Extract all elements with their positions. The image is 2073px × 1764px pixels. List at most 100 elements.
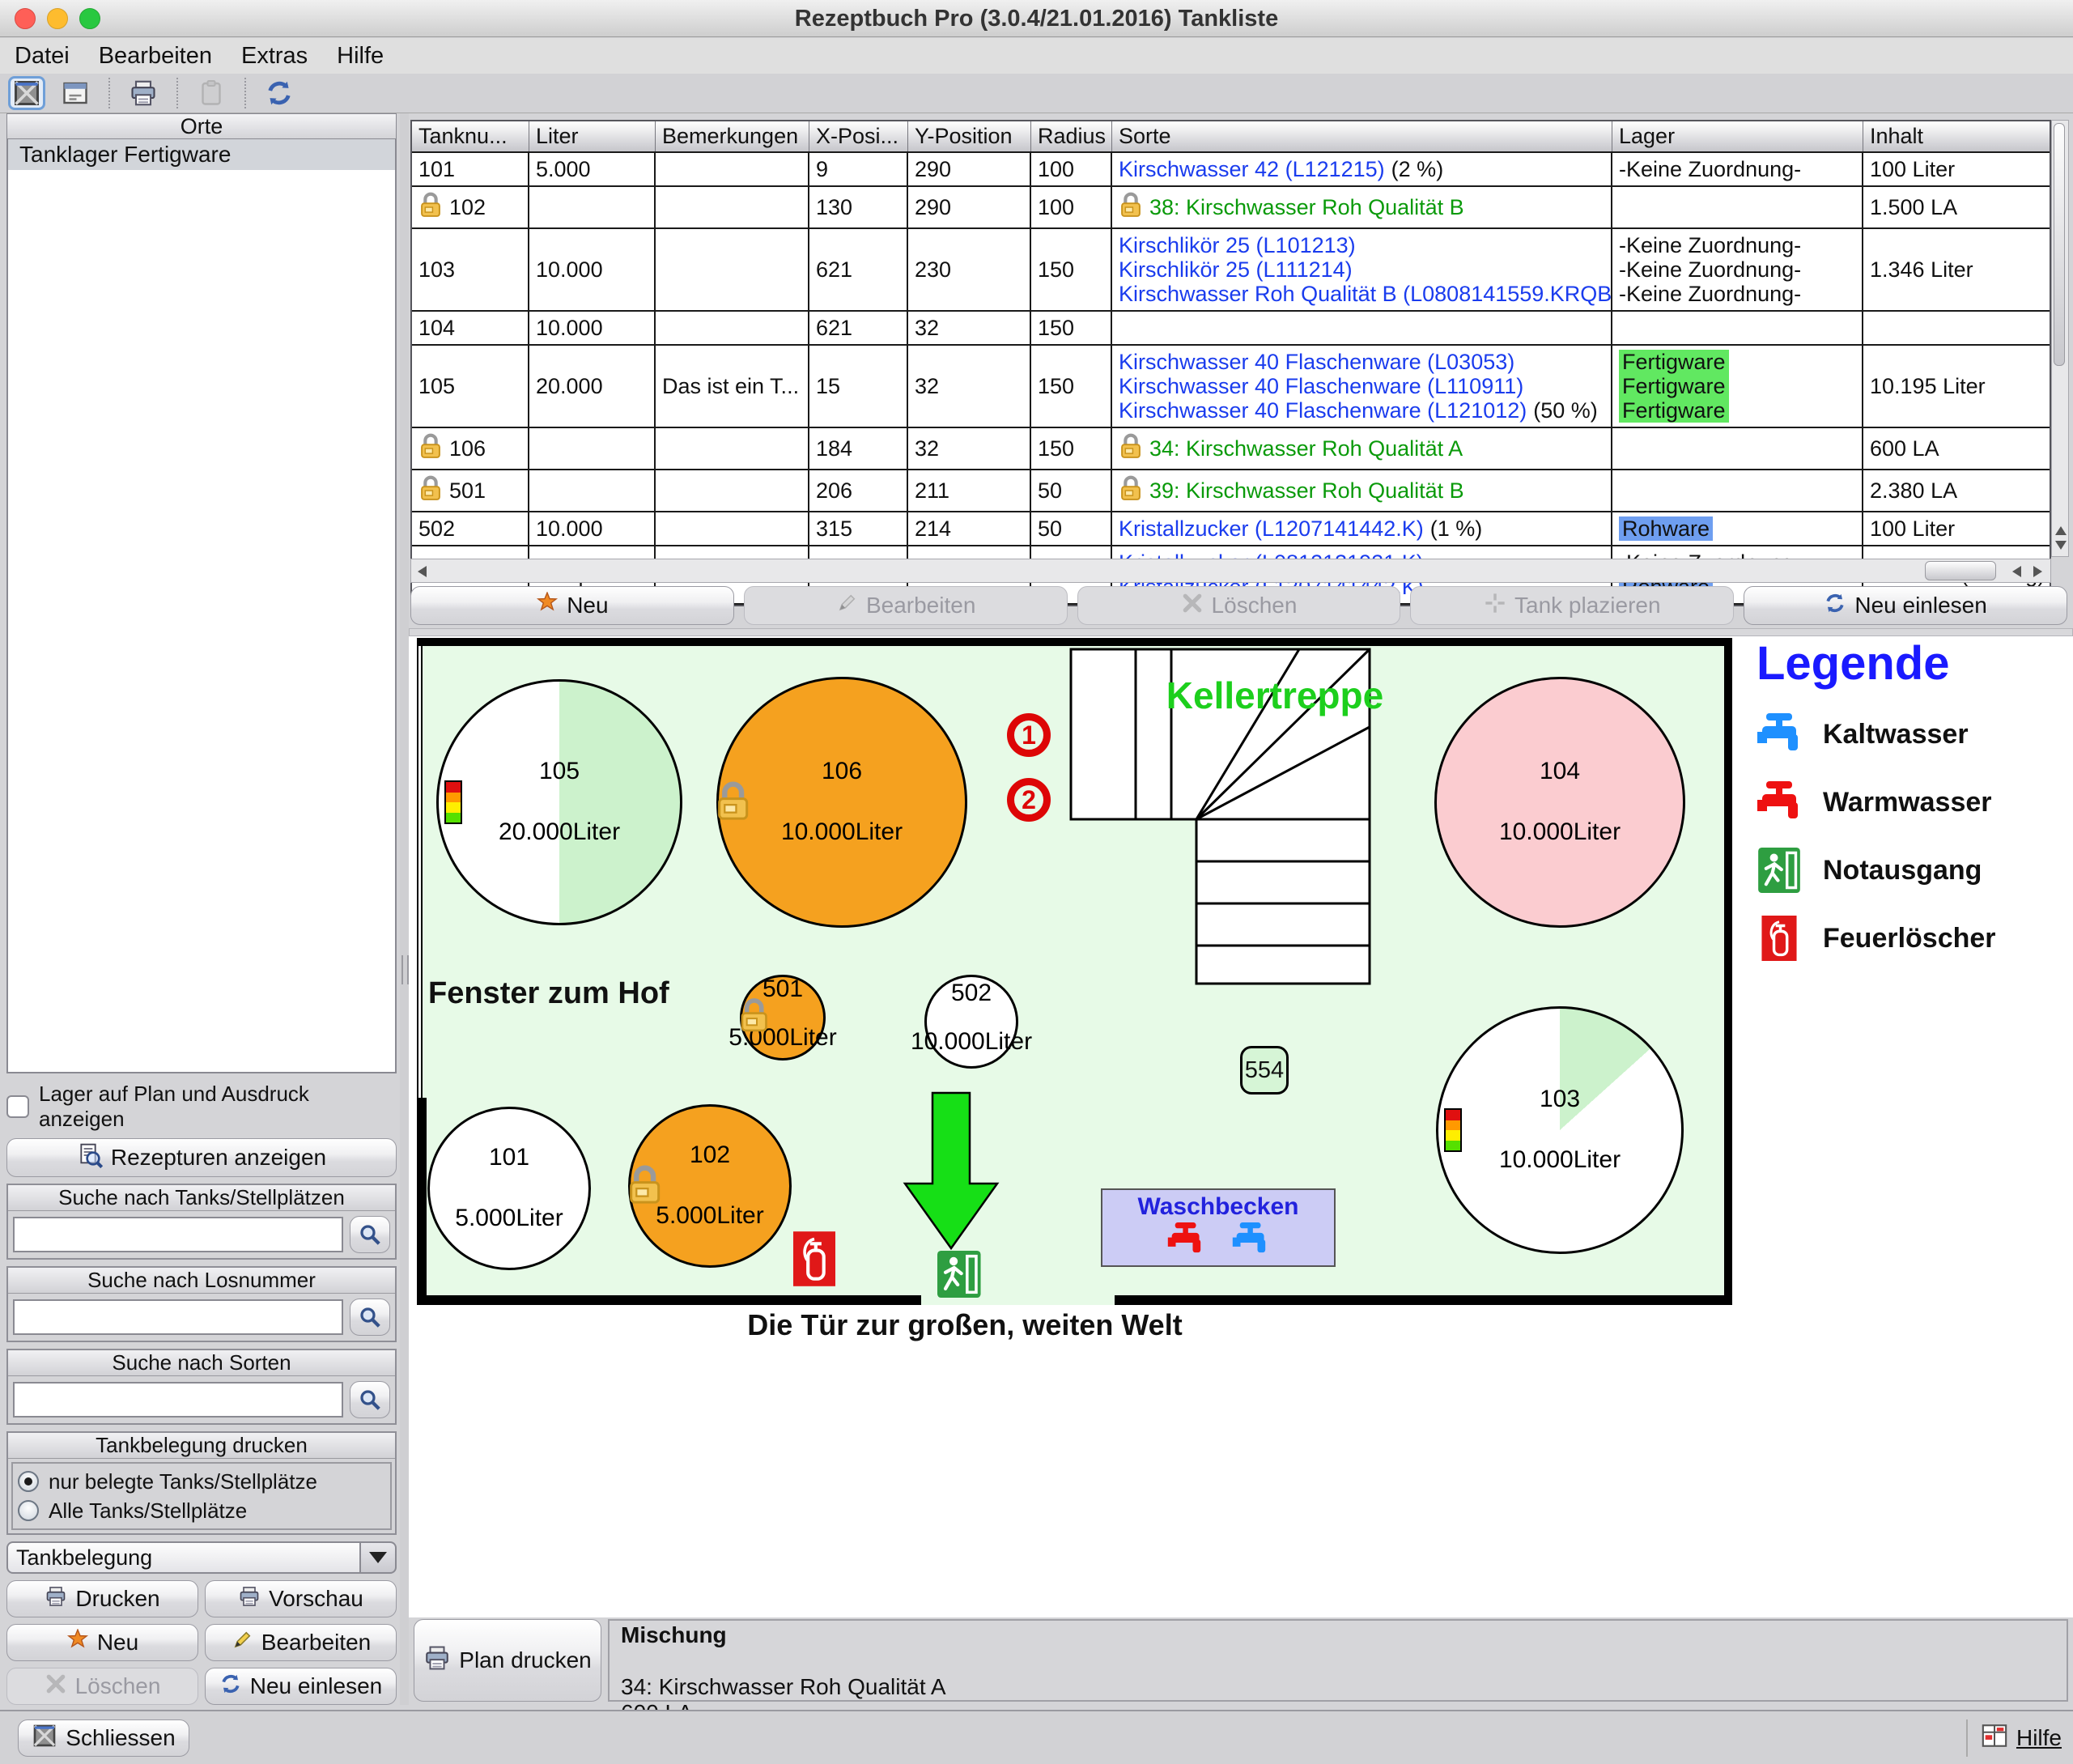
lager-checkbox[interactable] — [6, 1095, 29, 1118]
column-header-2[interactable]: Bemerkungen — [656, 121, 809, 151]
menu-item-hilfe[interactable]: Hilfe — [337, 43, 384, 70]
column-header-4[interactable]: Y-Position — [908, 121, 1031, 151]
table-row[interactable]: 10213029010038: Kirschwasser Roh Qualitä… — [412, 187, 2050, 229]
sorte-link[interactable]: Kirschwasser 40 Flaschenware (L121012) — [1119, 398, 1527, 423]
sorte-link[interactable]: Kirschwasser 42 (L121215) — [1119, 157, 1385, 181]
sorte-link[interactable]: Kirschwasser 40 Flaschenware (L110911) — [1119, 374, 1523, 398]
search-button-1[interactable] — [350, 1299, 390, 1336]
search-input-1[interactable] — [13, 1299, 343, 1335]
plan-drucken-button[interactable]: Plan drucken — [414, 1619, 601, 1702]
tank-number: 502 — [418, 516, 455, 541]
table-action-tank-plazieren: Tank plazieren — [1410, 586, 1734, 625]
table-row[interactable]: 10520.000Das ist ein T...1532150Kirschwa… — [412, 346, 2050, 428]
tank-id-label: 103 — [1479, 1086, 1641, 1113]
sorte-link[interactable]: Kirschlikör 25 (L111214) — [1119, 257, 1353, 282]
search-button-2[interactable] — [350, 1381, 390, 1418]
tank-number: 104 — [418, 316, 455, 340]
menu-item-bearbeiten[interactable]: Bearbeiten — [99, 43, 212, 70]
scroll-down-icon[interactable] — [2055, 541, 2067, 550]
table-row[interactable]: 10410.00062132150 — [412, 312, 2050, 346]
wall-right — [1724, 638, 1732, 1305]
menu-item-extras[interactable]: Extras — [241, 43, 308, 70]
scroll-right-icon[interactable] — [2033, 566, 2042, 577]
table-action-neu[interactable]: Neu — [410, 586, 734, 625]
scroll-thumb[interactable] — [1925, 561, 1996, 580]
lager-text: -Keine Zuordnung- — [1619, 157, 1801, 181]
table-row[interactable]: 10310.000621230150Kirschlikör 25 (L10121… — [412, 229, 2050, 312]
cell-bemerkung — [656, 187, 809, 227]
sidebar-neu-einlesen[interactable]: Neu einlesen — [205, 1668, 397, 1705]
sidebar-splitter[interactable] — [400, 113, 409, 1705]
hilfe-button[interactable]: Hilfe — [1966, 1719, 2062, 1757]
bottom-bar: Schliessen Hilfe — [0, 1710, 2073, 1764]
column-header-1[interactable]: Liter — [529, 121, 656, 151]
sorte-link[interactable]: Kristallzucker (L1207141442.K) — [1119, 516, 1424, 541]
cell-sorte: Kristallzucker (L1207141442.K) (1 %) — [1112, 512, 1612, 545]
tank-105[interactable] — [436, 679, 682, 925]
cell-radius: 150 — [1031, 346, 1112, 427]
sorte-link[interactable]: Kirschwasser Roh Qualität B (L0808141559… — [1119, 282, 1612, 306]
menu-item-datei[interactable]: Datei — [15, 43, 70, 70]
lock-icon — [627, 1163, 664, 1210]
table-row[interactable]: 1061843215034: Kirschwasser Roh Qualität… — [412, 428, 2050, 470]
tank-104[interactable] — [1434, 677, 1685, 928]
radio-selected[interactable] — [18, 1471, 39, 1492]
tank-list-icon[interactable] — [8, 76, 45, 110]
sidebar-neu[interactable]: Neu — [6, 1624, 198, 1661]
refresh-icon[interactable] — [261, 76, 298, 110]
sorte-link[interactable]: Kirschlikör 25 (L101213) — [1119, 233, 1356, 257]
search-input-2[interactable] — [13, 1382, 343, 1418]
table-row[interactable]: 1015.0009290100Kirschwasser 42 (L121215)… — [412, 153, 2050, 187]
tank-101[interactable] — [427, 1107, 591, 1270]
column-header-3[interactable]: X-Posi... — [809, 121, 908, 151]
lock-icon — [1119, 191, 1143, 223]
dropdown-arrow-icon[interactable] — [361, 1541, 397, 1574]
sidebar-bearbeiten[interactable]: Bearbeiten — [205, 1624, 397, 1661]
sorte-locked-text: 34: Kirschwasser Roh Qualität A — [1149, 436, 1463, 461]
sorte-locked-text: 39: Kirschwasser Roh Qualität B — [1149, 478, 1464, 503]
tap-red-icon — [1757, 780, 1802, 825]
table-action-neu-einlesen[interactable]: Neu einlesen — [1744, 586, 2067, 625]
column-header-5[interactable]: Radius — [1031, 121, 1112, 151]
search-group-title: Suche nach Sorten — [8, 1350, 395, 1376]
search-input-0[interactable] — [13, 1217, 343, 1252]
radio-unselected[interactable] — [18, 1500, 39, 1521]
search-button-0[interactable] — [350, 1216, 390, 1253]
scroll-up-icon[interactable] — [2055, 526, 2067, 535]
cell-liter: 5.000 — [529, 153, 656, 185]
lock-icon — [1119, 432, 1143, 465]
scroll-left2-icon[interactable] — [2012, 566, 2021, 577]
lager-text: -Keine Zuordnung- — [1619, 233, 1801, 257]
tank-103[interactable] — [1436, 1006, 1684, 1254]
print-icon[interactable] — [125, 76, 162, 110]
window-icon[interactable] — [57, 76, 94, 110]
tank-id-label: 501 — [702, 976, 864, 1003]
column-header-7[interactable]: Lager — [1612, 121, 1863, 151]
sidebar-drucken[interactable]: Drucken — [6, 1580, 198, 1617]
sidebar-vorschau[interactable]: Vorschau — [205, 1580, 397, 1617]
sidebar-action-row-0: NeuBearbeiten — [6, 1624, 397, 1661]
schliessen-button[interactable]: Schliessen — [18, 1719, 189, 1757]
column-header-0[interactable]: Tanknu... — [412, 121, 529, 151]
table-row[interactable]: 50210.00031521450Kristallzucker (L120714… — [412, 512, 2050, 546]
rezepturen-anzeigen-button[interactable]: Rezepturen anzeigen — [6, 1138, 397, 1177]
vertical-scrollbar[interactable] — [2051, 120, 2069, 557]
scroll-left-icon[interactable] — [418, 566, 427, 577]
horizontal-scrollbar[interactable] — [410, 559, 2051, 583]
orte-item[interactable]: Tanklager Fertigware — [8, 139, 395, 170]
lager-text: -Keine Zuordnung- — [1619, 257, 1801, 282]
toolbar-separator — [244, 78, 246, 108]
tank-liter-label: 20.000Liter — [454, 818, 665, 846]
tankbelegung-drucken-group: Tankbelegung drucken nur belegte Tanks/S… — [6, 1431, 397, 1535]
table-row[interactable]: 5012062115039: Kirschwasser Roh Qualität… — [412, 470, 2050, 512]
column-header-8[interactable]: Inhalt — [1863, 121, 2050, 151]
lager-text: -Keine Zuordnung- — [1619, 282, 1801, 306]
tankbelegung-dropdown[interactable]: Tankbelegung — [6, 1541, 397, 1574]
sorte-link[interactable]: Kirschwasser 40 Flaschenware (L03053) — [1119, 350, 1514, 374]
column-header-6[interactable]: Sorte — [1112, 121, 1612, 151]
plan-splitter[interactable] — [409, 628, 2073, 636]
stellplatz-554[interactable]: 554 — [1240, 1046, 1289, 1095]
vscroll-thumb[interactable] — [2054, 123, 2065, 366]
tank-106[interactable] — [716, 677, 967, 928]
cell-sorte: 34: Kirschwasser Roh Qualität A — [1112, 428, 1612, 469]
